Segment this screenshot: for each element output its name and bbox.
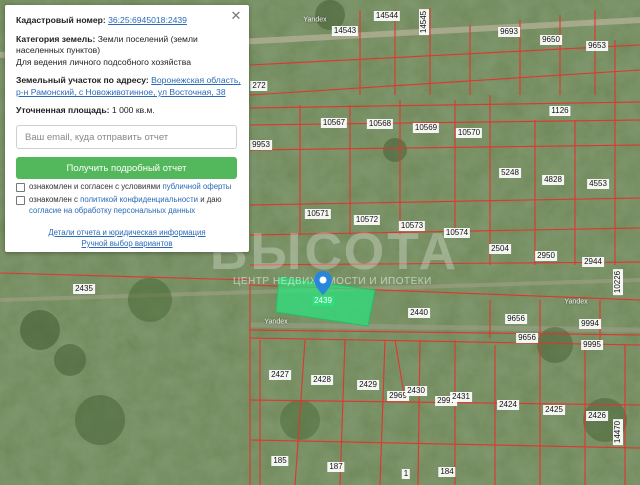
map-pin-icon[interactable] [314, 271, 332, 295]
offer-checkbox[interactable] [16, 183, 25, 192]
plot-label[interactable]: 10567 [320, 118, 348, 128]
plot-label[interactable]: 2431 [450, 392, 472, 402]
road-label: Yandex [303, 16, 327, 24]
report-details-link[interactable]: Детали отчета и юридическая информация [5, 227, 249, 239]
category-row-2: населенных пунктов) [16, 45, 242, 57]
category-value-2: населенных пунктов) [16, 45, 101, 55]
area-label: Уточненная площадь: [16, 105, 110, 115]
plot-label[interactable]: 2427 [269, 370, 291, 380]
privacy-link[interactable]: политикой конфиденциальности [80, 195, 198, 204]
cadastral-row: Кадастровый номер: 36:25:6945018:2439 [16, 15, 242, 27]
plot-label[interactable]: 184 [438, 467, 456, 477]
plot-label[interactable]: 10573 [398, 221, 426, 231]
plot-label[interactable]: 9656 [516, 333, 538, 343]
plot-label[interactable]: 9653 [586, 41, 608, 51]
plot-label[interactable]: 2429 [357, 380, 379, 390]
plot-label[interactable]: 4828 [542, 175, 564, 185]
plot-label[interactable]: 272 [250, 81, 268, 91]
manual-selection-link[interactable]: Ручной выбор вариантов [5, 238, 249, 250]
plot-label[interactable]: 187 [327, 462, 345, 472]
area-row: Уточненная площадь: 1 000 кв.м. [16, 105, 242, 117]
plot-label[interactable]: 10569 [412, 123, 440, 133]
plot-label[interactable]: 4553 [587, 179, 609, 189]
privacy-consent-text: ознакомлен с политикой конфиденциальност… [29, 195, 241, 216]
plot-label[interactable]: 9994 [579, 319, 601, 329]
plot-label[interactable]: 9995 [581, 340, 603, 350]
usage-row: Для ведения личного подсобного хозяйства [16, 57, 242, 69]
plot-label[interactable]: 14470 [613, 418, 623, 446]
plot-label[interactable]: 5248 [499, 168, 521, 178]
plot-label[interactable]: 2944 [582, 257, 604, 267]
category-value: Земли поселений (земли [97, 34, 198, 44]
plot-label[interactable]: 2950 [535, 251, 557, 261]
address-row: Земельный участок по адресу: Воронежская… [16, 75, 242, 87]
road-label: Yandex [264, 318, 288, 326]
plot-label[interactable]: 10572 [353, 215, 381, 225]
plot-label[interactable]: 9656 [505, 314, 527, 324]
plot-label[interactable]: 14543 [331, 26, 359, 36]
plot-label[interactable]: 2425 [543, 405, 565, 415]
plot-label[interactable]: 9693 [498, 27, 520, 37]
plot-label[interactable]: 10570 [455, 128, 483, 138]
cadastral-number-link[interactable]: 36:25:6945018:2439 [108, 15, 187, 25]
privacy-consent-mid: и даю [200, 195, 222, 204]
address-row-2: р-н Рамонский, с Новоживотинное, ул Вост… [16, 87, 242, 99]
address-link[interactable]: Воронежская область, [151, 75, 241, 85]
plot-label[interactable]: 185 [271, 456, 289, 466]
plot-label[interactable]: 2504 [489, 244, 511, 254]
plot-label[interactable]: 2435 [73, 284, 95, 294]
email-field[interactable] [16, 125, 237, 149]
plot-label[interactable]: 2428 [311, 375, 333, 385]
cadastral-label: Кадастровый номер: [16, 15, 106, 25]
plot-info-panel: ✕ Кадастровый номер: 36:25:6945018:2439 … [5, 5, 249, 252]
address-label: Земельный участок по адресу: [16, 75, 149, 85]
plot-label[interactable]: 1 [401, 469, 411, 479]
privacy-checkbox[interactable] [16, 196, 25, 205]
offer-consent-label: ознакомлен и согласен с условиями [29, 182, 161, 191]
road-label: Yandex [564, 298, 588, 306]
plot-label[interactable]: 14544 [373, 11, 401, 21]
personal-data-link[interactable]: согласие на обработку персональных данны… [29, 206, 195, 215]
plot-label[interactable]: 10226 [613, 268, 623, 296]
plot-label[interactable]: 10574 [443, 228, 471, 238]
get-report-button[interactable]: Получить подробный отчет [16, 157, 237, 179]
plot-label[interactable]: 14545 [419, 8, 429, 36]
plot-label[interactable]: 10571 [304, 209, 332, 219]
plot-label[interactable]: 9953 [250, 140, 272, 150]
area-value: 1 000 кв.м. [111, 105, 155, 115]
offer-link[interactable]: публичной оферты [162, 182, 231, 191]
plot-label[interactable]: 9650 [540, 35, 562, 45]
usage-value: Для ведения личного подсобного хозяйства [16, 57, 191, 67]
plot-label[interactable]: 2426 [586, 411, 608, 421]
plot-label[interactable]: 10568 [366, 119, 394, 129]
plot-label[interactable]: 1126 [549, 106, 571, 116]
offer-consent-text: ознакомлен и согласен с условиями публич… [29, 182, 241, 193]
category-label: Категория земель: [16, 34, 96, 44]
privacy-consent-label: ознакомлен с [29, 195, 78, 204]
selected-plot-label[interactable]: 2439 [312, 296, 334, 306]
watermark-subtitle: ЦЕНТР НЕДВИЖИМОСТИ И ИПОТЕКИ [233, 276, 432, 287]
plot-label[interactable]: 2430 [405, 386, 427, 396]
plot-label[interactable]: 2424 [497, 400, 519, 410]
category-row: Категория земель: Земли поселений (земли [16, 34, 242, 46]
address-link-2[interactable]: р-н Рамонский, с Новоживотинное, ул Вост… [16, 87, 226, 97]
plot-label[interactable]: 2440 [408, 308, 430, 318]
